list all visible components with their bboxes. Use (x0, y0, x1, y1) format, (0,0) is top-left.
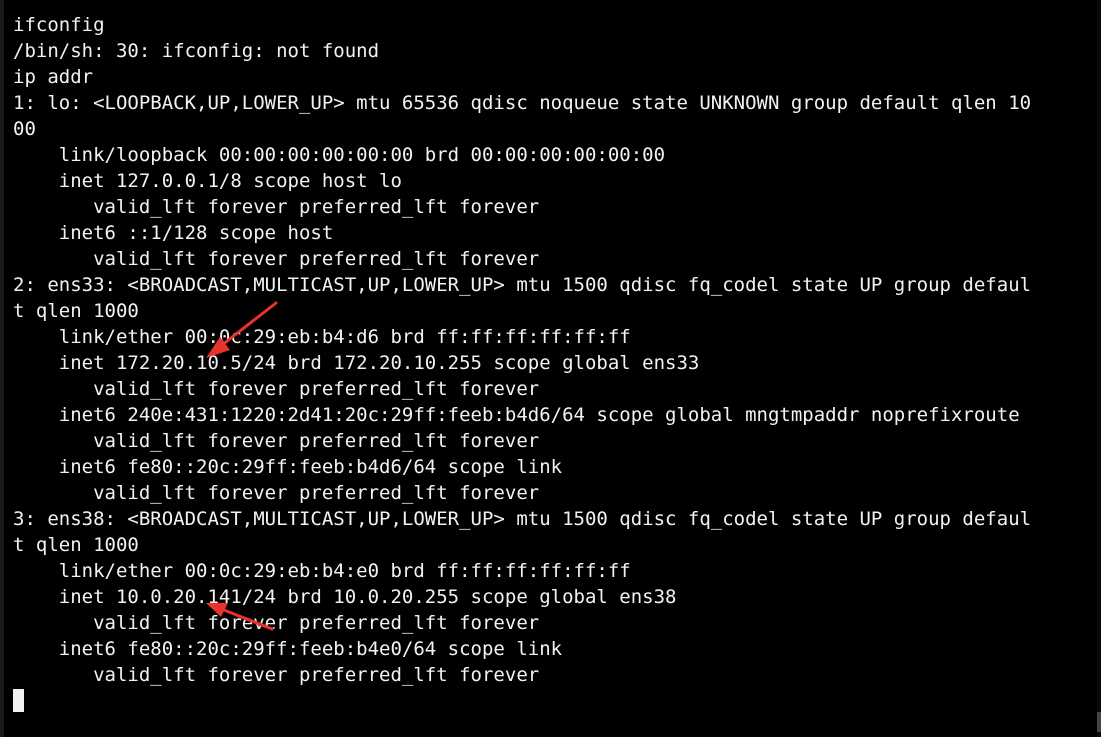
terminal-line: inet6 fe80::20c:29ff:feeb:b4e0/64 scope … (13, 638, 563, 660)
terminal-line: 1: lo: <LOOPBACK,UP,LOWER_UP> mtu 65536 … (13, 92, 1032, 114)
terminal-line: valid_lft forever preferred_lft forever (13, 248, 540, 270)
terminal-line: inet6 ::1/128 scope host (13, 222, 334, 244)
terminal-window[interactable]: ifconfig/bin/sh: 30: ifconfig: not found… (0, 0, 1101, 737)
terminal-line: t qlen 1000 (13, 300, 139, 322)
terminal-line: valid_lft forever preferred_lft forever (13, 430, 540, 452)
terminal-line: valid_lft forever preferred_lft forever (13, 196, 540, 218)
terminal-line: valid_lft forever preferred_lft forever (13, 612, 540, 634)
terminal-line: 00 (13, 118, 36, 140)
terminal-line: inet 10.0.20.141/24 brd 10.0.20.255 scop… (13, 586, 677, 608)
terminal-line: inet 172.20.10.5/24 brd 172.20.10.255 sc… (13, 352, 700, 374)
terminal-line: ifconfig (13, 14, 105, 36)
terminal-line: ip addr (13, 66, 94, 88)
terminal-line: /bin/sh: 30: ifconfig: not found (13, 40, 380, 62)
text-cursor (13, 689, 24, 712)
terminal-line: t qlen 1000 (13, 534, 139, 556)
window-edge (0, 0, 4, 737)
terminal-line: valid_lft forever preferred_lft forever (13, 378, 540, 400)
terminal-line: link/loopback 00:00:00:00:00:00 brd 00:0… (13, 144, 666, 166)
terminal-line: valid_lft forever preferred_lft forever (13, 664, 540, 686)
scrollbar-thumb[interactable] (1097, 712, 1101, 732)
terminal-line: 2: ens33: <BROADCAST,MULTICAST,UP,LOWER_… (13, 274, 1032, 296)
terminal-line: inet6 240e:431:1220:2d41:20c:29ff:feeb:b… (13, 404, 1020, 426)
terminal-line: link/ether 00:0c:29:eb:b4:d6 brd ff:ff:f… (13, 326, 631, 348)
terminal-line: 3: ens38: <BROADCAST,MULTICAST,UP,LOWER_… (13, 508, 1032, 530)
terminal-output: ifconfig/bin/sh: 30: ifconfig: not found… (13, 12, 1031, 714)
terminal-line: link/ether 00:0c:29:eb:b4:e0 brd ff:ff:f… (13, 560, 631, 582)
scrollbar[interactable] (1097, 0, 1101, 737)
prompt-line[interactable] (13, 688, 1031, 714)
terminal-line: inet 127.0.0.1/8 scope host lo (13, 170, 402, 192)
terminal-line: valid_lft forever preferred_lft forever (13, 482, 540, 504)
terminal-line: inet6 fe80::20c:29ff:feeb:b4d6/64 scope … (13, 456, 563, 478)
